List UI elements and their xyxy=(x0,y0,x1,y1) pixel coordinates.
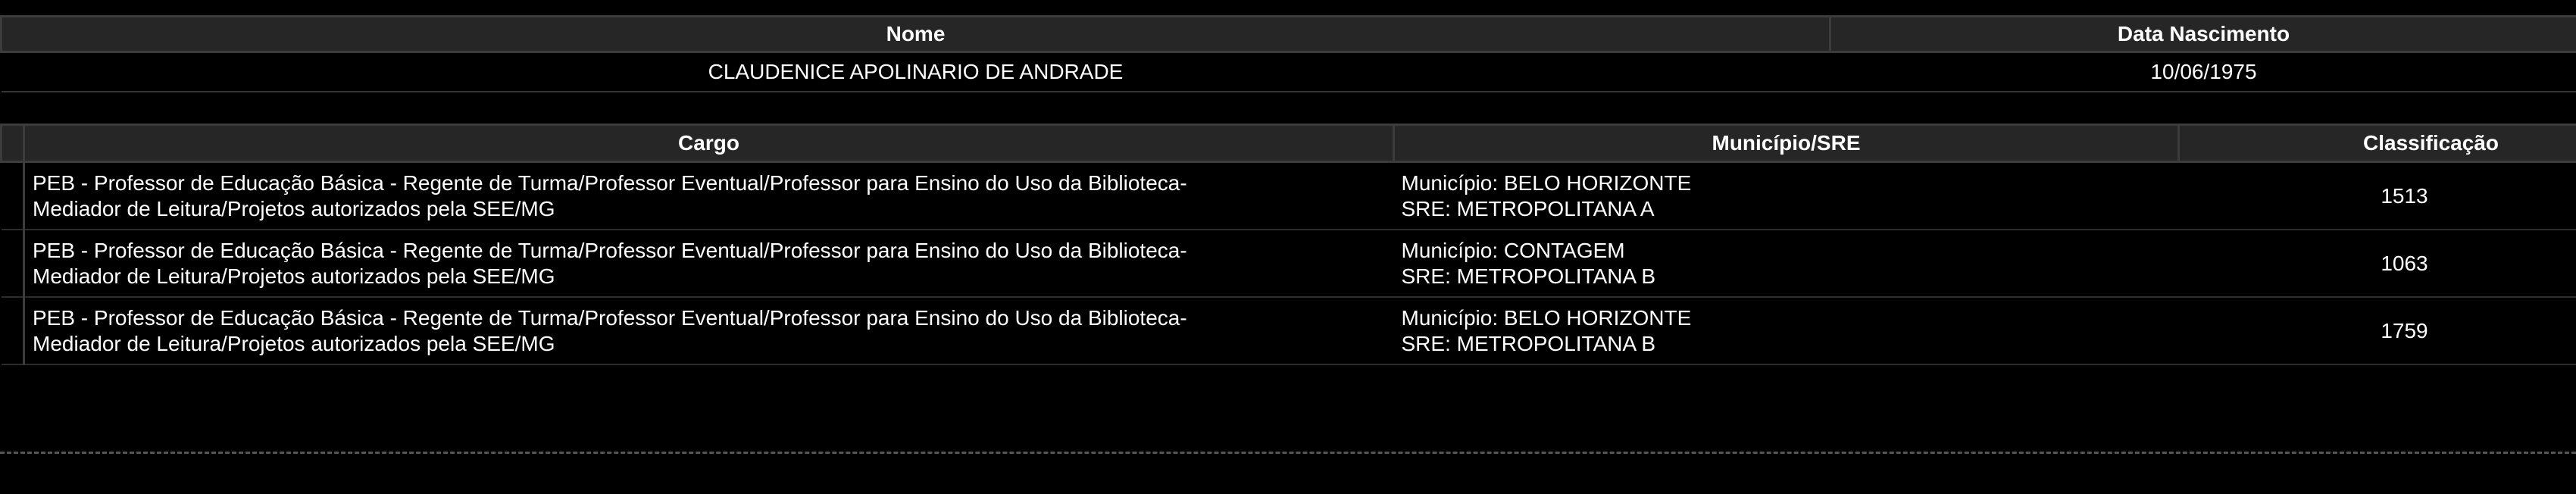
cargo-line-1: PEB - Professor de Educação Básica - Reg… xyxy=(33,170,1187,195)
person-nome: CLAUDENICE APOLINARIO DE ANDRADE xyxy=(1,52,1830,92)
cargo-table: Cargo Município/SRE Classificação PEB - … xyxy=(0,123,2576,365)
municipio-sre-cell: Município: CONTAGEM SRE: METROPOLITANA B xyxy=(1393,230,2179,298)
municipio-text: Município: BELO HORIZONTE xyxy=(1401,170,1692,195)
header-municipio-sre: Município/SRE xyxy=(1393,123,2180,163)
municipio-text: Município: BELO HORIZONTE xyxy=(1401,305,1692,330)
person-header-row: Nome Data Nascimento xyxy=(0,15,2576,53)
header-cargo: Cargo xyxy=(23,123,1395,163)
municipio-sre-cell: Município: BELO HORIZONTE SRE: METROPOLI… xyxy=(1393,161,2179,230)
cargo-header-row: Cargo Município/SRE Classificação xyxy=(0,123,2576,163)
cargo-line-2: Mediador de Leitura/Projetos autorizados… xyxy=(33,264,555,288)
classificacao-cell: 1513 xyxy=(2178,161,2576,230)
municipio-sre-cell: Município: BELO HORIZONTE SRE: METROPOLI… xyxy=(1393,297,2179,365)
header-stub xyxy=(0,123,25,163)
sre-text: SRE: METROPOLITANA A xyxy=(1401,196,1655,220)
header-classificacao: Classificação xyxy=(2177,123,2576,163)
classificacao-cell: 1759 xyxy=(2178,297,2576,365)
person-table: Nome Data Nascimento CLAUDENICE APOLINAR… xyxy=(0,15,2576,92)
cargo-cell: PEB - Professor de Educação Básica - Reg… xyxy=(23,230,1394,298)
dashed-divider xyxy=(0,452,2576,454)
person-row: CLAUDENICE APOLINARIO DE ANDRADE 10/06/1… xyxy=(1,52,2576,92)
cargo-cell: PEB - Professor de Educação Básica - Reg… xyxy=(23,297,1394,365)
cargo-line-2: Mediador de Leitura/Projetos autorizados… xyxy=(33,331,555,355)
person-data-nascimento: 10/06/1975 xyxy=(1830,52,2576,92)
table-row: PEB - Professor de Educação Básica - Reg… xyxy=(1,297,2576,365)
cargo-line-1: PEB - Professor de Educação Básica - Reg… xyxy=(33,238,1187,262)
row-stub xyxy=(1,230,25,298)
sre-text: SRE: METROPOLITANA B xyxy=(1401,331,1656,355)
row-stub xyxy=(1,161,25,230)
classificacao-cell: 1063 xyxy=(2178,230,2576,298)
header-nome: Nome xyxy=(0,15,1831,53)
cargo-line-2: Mediador de Leitura/Projetos autorizados… xyxy=(33,196,555,220)
table-row: PEB - Professor de Educação Básica - Reg… xyxy=(1,230,2576,298)
cargo-line-1: PEB - Professor de Educação Básica - Reg… xyxy=(33,305,1187,330)
row-stub xyxy=(1,297,25,365)
table-row: PEB - Professor de Educação Básica - Reg… xyxy=(1,161,2576,230)
sre-text: SRE: METROPOLITANA B xyxy=(1401,264,1656,288)
municipio-text: Município: CONTAGEM xyxy=(1401,238,1625,262)
header-data-nascimento: Data Nascimento xyxy=(1829,15,2576,53)
cargo-cell: PEB - Professor de Educação Básica - Reg… xyxy=(23,161,1394,230)
